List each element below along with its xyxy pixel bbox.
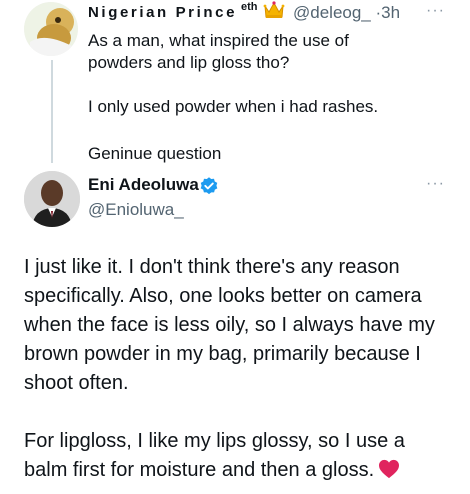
tweet-paragraph: I just like it. I don't think there's an… [24,253,454,398]
verified-badge-icon [200,177,218,195]
tweet-text-line: I just like it. I don't think there's an… [24,256,400,278]
avatar-eni-adeoluwa[interactable] [24,171,80,227]
reply-text-line: powders and lip gloss tho? [88,53,290,72]
tweet-text-line: For lipgloss, I like my lips glossy, so … [24,430,405,452]
tweet-paragraph: For lipgloss, I like my lips glossy, so … [24,427,454,485]
avatar-nigerian-prince[interactable] [24,2,78,56]
more-options-icon[interactable]: ··· [426,2,445,20]
crown-icon [263,1,285,18]
tweet-text: balm first for moisture and then a gloss… [24,459,375,481]
more-options-icon[interactable]: ··· [426,175,445,193]
tweet-text-line: specifically. Also, one looks better on … [24,285,422,307]
reply-text-line: I only used powder when i had rashes. [88,97,379,116]
tweet-text-line: shoot often. [24,372,129,394]
tweet-text-line: when the face is less oily, so I always … [24,314,435,336]
reply-handle[interactable]: @deleog_ [293,3,371,22]
thread-connector-line [51,60,53,163]
tweet-text-line-last: balm first for moisture and then a gloss… [24,456,454,485]
reply-text-line: Geninue question [88,144,222,163]
reply-author-name[interactable]: Nigerian Prince [88,4,237,21]
author-name[interactable]: Eni Adeoluwa [88,175,199,195]
name-suffix: eth [241,1,258,13]
author-handle[interactable]: @Enioluwa_ [88,200,184,220]
reply-text-line: As a man, what inspired the use of [88,31,349,50]
reply-handle-and-time[interactable]: @deleog_ ·3h [293,3,400,23]
tweet-text-line: brown powder in my bag, primarily becaus… [24,343,421,365]
red-heart-icon [379,459,400,479]
tweet-body: I just like it. I don't think there's an… [24,253,454,485]
reply-time[interactable]: 3h [381,3,400,22]
name-dot: . [231,1,235,16]
